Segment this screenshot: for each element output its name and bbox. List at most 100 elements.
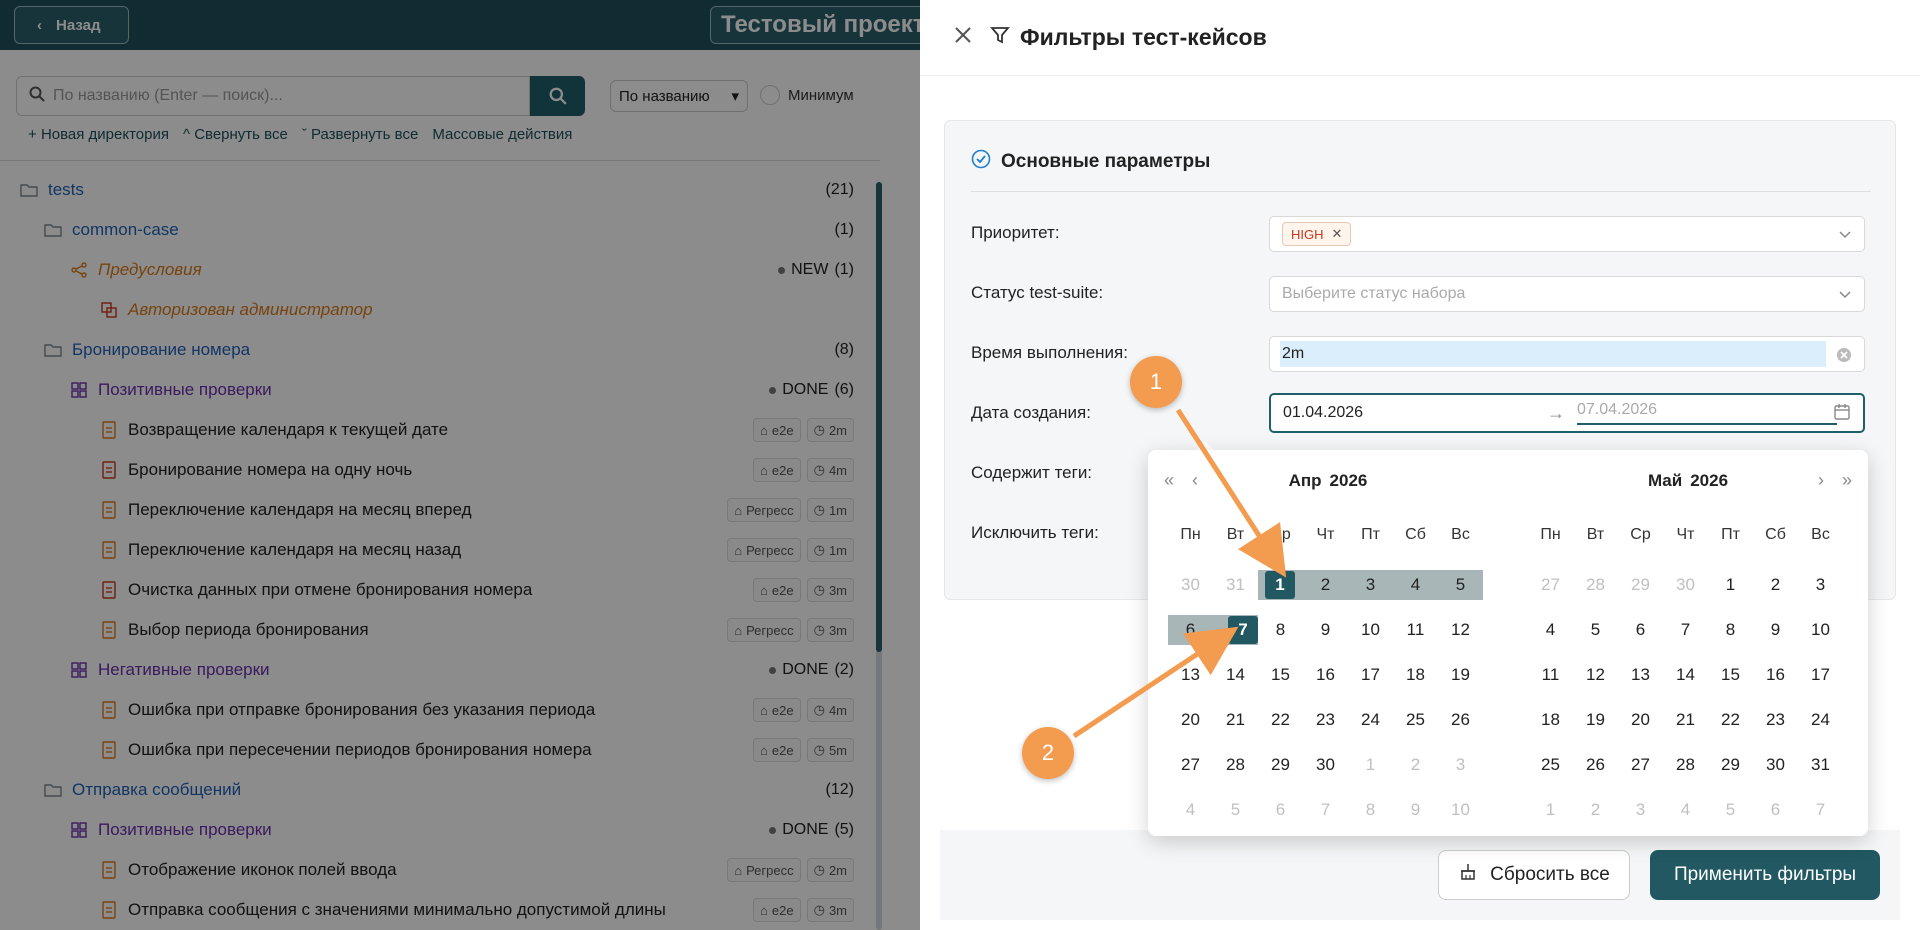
duration-input[interactable]: 2m [1269, 336, 1865, 372]
calendar-day[interactable]: 30 [1753, 750, 1798, 780]
calendar-day[interactable]: 8 [1348, 795, 1393, 825]
month-name[interactable]: Апр [1289, 471, 1322, 491]
calendar-day[interactable]: 5 [1438, 570, 1483, 600]
calendar-day[interactable]: 3 [1618, 795, 1663, 825]
suite-status-select[interactable]: Выберите статус набора [1269, 276, 1865, 312]
priority-select[interactable]: HIGH ✕ [1269, 216, 1865, 252]
calendar-day[interactable]: 2 [1393, 750, 1438, 780]
calendar-day[interactable]: 18 [1393, 660, 1438, 690]
calendar-day[interactable]: 21 [1213, 705, 1258, 735]
calendar-day-selected[interactable]: 1 [1265, 571, 1295, 599]
calendar-day[interactable]: 24 [1348, 705, 1393, 735]
calendar-day[interactable]: 25 [1393, 705, 1438, 735]
calendar-day[interactable]: 19 [1438, 660, 1483, 690]
close-icon[interactable] [954, 26, 972, 49]
calendar-day[interactable]: 28 [1663, 750, 1708, 780]
calendar-day[interactable]: 28 [1573, 570, 1618, 600]
month-name[interactable]: Май [1648, 471, 1682, 491]
clear-icon[interactable] [1836, 347, 1852, 368]
calendar-day[interactable]: 11 [1393, 615, 1438, 645]
calendar-day[interactable]: 9 [1753, 615, 1798, 645]
reset-all-button[interactable]: Сбросить все [1438, 850, 1630, 900]
calendar-day[interactable]: 14 [1213, 660, 1258, 690]
calendar-day[interactable]: 13 [1168, 660, 1213, 690]
calendar-day[interactable]: 12 [1438, 615, 1483, 645]
calendar-day[interactable]: 4 [1528, 615, 1573, 645]
calendar-day[interactable]: 14 [1663, 660, 1708, 690]
calendar-day[interactable]: 6 [1168, 615, 1213, 645]
calendar-day[interactable]: 7 [1798, 795, 1843, 825]
date-end-input[interactable]: 07.04.2026 [1577, 401, 1837, 425]
calendar-day[interactable]: 8 [1258, 615, 1303, 645]
calendar-day[interactable]: 29 [1258, 750, 1303, 780]
calendar-day[interactable]: 12 [1573, 660, 1618, 690]
calendar-day[interactable]: 4 [1168, 795, 1213, 825]
calendar-day[interactable]: 28 [1213, 750, 1258, 780]
calendar-day[interactable]: 21 [1663, 705, 1708, 735]
calendar-day[interactable]: 3 [1438, 750, 1483, 780]
calendar-day[interactable]: 9 [1393, 795, 1438, 825]
calendar-day[interactable]: 17 [1798, 660, 1843, 690]
calendar-day[interactable]: 25 [1528, 750, 1573, 780]
calendar-day[interactable]: 19 [1573, 705, 1618, 735]
calendar-day[interactable]: 6 [1258, 795, 1303, 825]
calendar-day[interactable]: 17 [1348, 660, 1393, 690]
calendar-day[interactable]: 23 [1303, 705, 1348, 735]
calendar-day[interactable]: 11 [1528, 660, 1573, 690]
calendar-day[interactable]: 10 [1348, 615, 1393, 645]
calendar-day[interactable]: 9 [1303, 615, 1348, 645]
calendar-day[interactable]: 5 [1213, 795, 1258, 825]
calendar-day[interactable]: 20 [1168, 705, 1213, 735]
calendar-day[interactable]: 13 [1618, 660, 1663, 690]
year-name[interactable]: 2026 [1330, 471, 1368, 491]
calendar-day[interactable]: 26 [1438, 705, 1483, 735]
calendar-day-selected[interactable]: 7 [1228, 616, 1258, 644]
calendar-day[interactable]: 6 [1753, 795, 1798, 825]
calendar-day[interactable]: 2 [1753, 570, 1798, 600]
calendar-day[interactable]: 24 [1798, 705, 1843, 735]
calendar-day[interactable]: 18 [1528, 705, 1573, 735]
calendar-day[interactable]: 29 [1708, 750, 1753, 780]
calendar-day[interactable]: 7 [1303, 795, 1348, 825]
calendar-day[interactable]: 1 [1708, 570, 1753, 600]
calendar-day[interactable]: 1 [1348, 750, 1393, 780]
calendar-day[interactable]: 16 [1303, 660, 1348, 690]
calendar-day[interactable]: 5 [1573, 615, 1618, 645]
calendar-day[interactable]: 10 [1438, 795, 1483, 825]
calendar-day[interactable]: 10 [1798, 615, 1843, 645]
apply-filters-button[interactable]: Применить фильтры [1650, 850, 1880, 900]
calendar-day[interactable]: 3 [1348, 570, 1393, 600]
calendar-day[interactable]: 26 [1573, 750, 1618, 780]
calendar-day[interactable]: 6 [1618, 615, 1663, 645]
calendar-day[interactable]: 22 [1258, 705, 1303, 735]
calendar-day[interactable]: 20 [1618, 705, 1663, 735]
calendar-day[interactable]: 2 [1303, 570, 1348, 600]
calendar-day[interactable]: 7 [1663, 615, 1708, 645]
calendar-day[interactable]: 8 [1708, 615, 1753, 645]
calendar-day[interactable]: 2 [1573, 795, 1618, 825]
calendar-day[interactable]: 27 [1168, 750, 1213, 780]
close-icon[interactable]: ✕ [1332, 226, 1343, 242]
calendar-day[interactable]: 31 [1213, 570, 1258, 600]
calendar-day[interactable]: 4 [1393, 570, 1438, 600]
calendar-day[interactable]: 27 [1618, 750, 1663, 780]
year-name[interactable]: 2026 [1690, 471, 1728, 491]
calendar-day[interactable]: 15 [1258, 660, 1303, 690]
calendar-day[interactable]: 30 [1303, 750, 1348, 780]
date-start-input[interactable]: 01.04.2026 [1283, 404, 1363, 422]
calendar-day[interactable]: 16 [1753, 660, 1798, 690]
calendar-day[interactable]: 23 [1753, 705, 1798, 735]
calendar-day[interactable]: 31 [1798, 750, 1843, 780]
created-date-range[interactable]: 01.04.2026 → 07.04.2026 [1269, 393, 1865, 433]
modal-overlay[interactable] [0, 0, 920, 930]
calendar-day[interactable]: 27 [1528, 570, 1573, 600]
calendar-day[interactable]: 22 [1708, 705, 1753, 735]
calendar-day[interactable]: 30 [1168, 570, 1213, 600]
calendar-day[interactable]: 30 [1663, 570, 1708, 600]
calendar-day[interactable]: 15 [1708, 660, 1753, 690]
calendar-day[interactable]: 3 [1798, 570, 1843, 600]
calendar-day[interactable]: 29 [1618, 570, 1663, 600]
calendar-day[interactable]: 1 [1528, 795, 1573, 825]
calendar-day[interactable]: 4 [1663, 795, 1708, 825]
calendar-day[interactable]: 5 [1708, 795, 1753, 825]
